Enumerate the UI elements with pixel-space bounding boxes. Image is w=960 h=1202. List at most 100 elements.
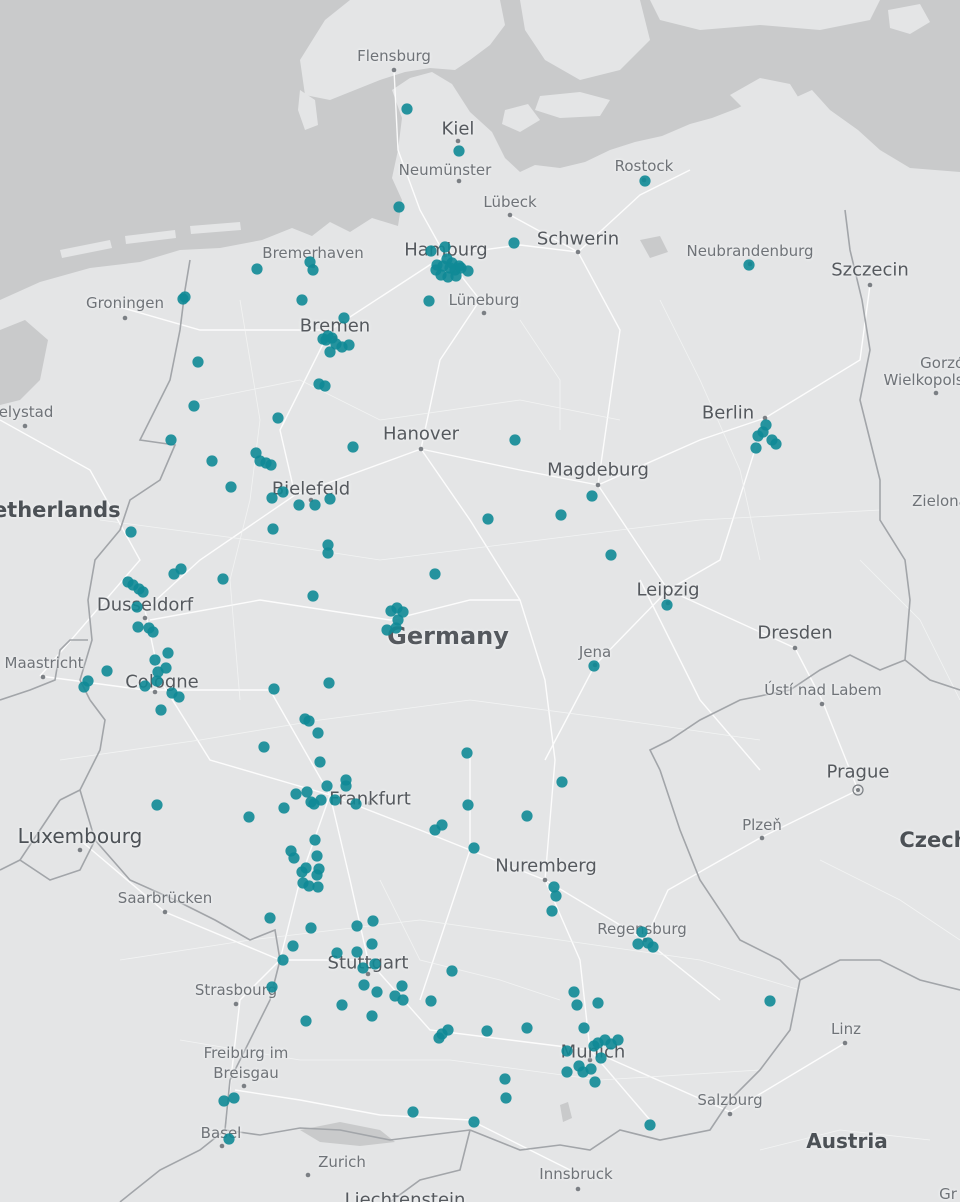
location-marker[interactable] <box>309 499 321 511</box>
location-marker[interactable] <box>228 1092 240 1104</box>
location-marker[interactable] <box>266 981 278 993</box>
location-marker[interactable] <box>588 660 600 672</box>
location-marker[interactable] <box>277 486 289 498</box>
location-marker[interactable] <box>131 601 143 613</box>
map-canvas[interactable]: Flensburg Kiel Neumünster Rostock Lübeck… <box>0 0 960 1202</box>
location-marker[interactable] <box>371 986 383 998</box>
location-marker[interactable] <box>499 1073 511 1085</box>
location-marker[interactable] <box>425 995 437 1007</box>
location-marker[interactable] <box>357 962 369 974</box>
location-marker[interactable] <box>272 412 284 424</box>
location-marker[interactable] <box>508 237 520 249</box>
location-marker[interactable] <box>101 665 113 677</box>
location-marker[interactable] <box>407 1106 419 1118</box>
location-marker[interactable] <box>571 999 583 1011</box>
location-marker[interactable] <box>366 1010 378 1022</box>
location-marker[interactable] <box>482 513 494 525</box>
location-marker[interactable] <box>266 492 278 504</box>
location-marker[interactable] <box>521 1022 533 1034</box>
location-marker[interactable] <box>175 563 187 575</box>
location-marker[interactable] <box>367 915 379 927</box>
location-marker[interactable] <box>331 947 343 959</box>
location-marker[interactable] <box>301 786 313 798</box>
location-marker[interactable] <box>351 920 363 932</box>
location-marker[interactable] <box>338 312 350 324</box>
location-marker[interactable] <box>314 756 326 768</box>
location-marker[interactable] <box>347 441 359 453</box>
location-marker[interactable] <box>287 940 299 952</box>
location-marker[interactable] <box>312 881 324 893</box>
location-marker[interactable] <box>155 704 167 716</box>
location-marker[interactable] <box>425 245 437 257</box>
location-marker[interactable] <box>632 938 644 950</box>
location-marker[interactable] <box>612 1034 624 1046</box>
location-marker[interactable] <box>290 788 302 800</box>
location-marker[interactable] <box>315 794 327 806</box>
location-marker[interactable] <box>589 1076 601 1088</box>
location-marker[interactable] <box>390 622 402 634</box>
location-marker[interactable] <box>561 1045 573 1057</box>
location-marker[interactable] <box>568 986 580 998</box>
location-marker[interactable] <box>605 549 617 561</box>
location-marker[interactable] <box>147 626 159 638</box>
location-marker[interactable] <box>268 683 280 695</box>
location-marker[interactable] <box>351 946 363 958</box>
location-marker[interactable] <box>577 1066 589 1078</box>
location-marker[interactable] <box>293 499 305 511</box>
location-marker[interactable] <box>401 103 413 115</box>
location-marker[interactable] <box>556 776 568 788</box>
location-marker[interactable] <box>462 799 474 811</box>
location-marker[interactable] <box>521 810 533 822</box>
location-marker[interactable] <box>312 727 324 739</box>
location-marker[interactable] <box>750 442 762 454</box>
location-marker[interactable] <box>423 295 435 307</box>
location-marker[interactable] <box>132 621 144 633</box>
location-marker[interactable] <box>358 979 370 991</box>
location-marker[interactable] <box>311 850 323 862</box>
location-marker[interactable] <box>770 438 782 450</box>
location-marker[interactable] <box>264 912 276 924</box>
location-marker[interactable] <box>546 905 558 917</box>
location-marker[interactable] <box>343 339 355 351</box>
location-marker[interactable] <box>173 691 185 703</box>
location-marker[interactable] <box>323 677 335 689</box>
location-marker[interactable] <box>661 599 673 611</box>
location-marker[interactable] <box>277 954 289 966</box>
location-marker[interactable] <box>453 145 465 157</box>
location-marker[interactable] <box>350 798 362 810</box>
location-marker[interactable] <box>586 490 598 502</box>
location-marker[interactable] <box>305 922 317 934</box>
location-marker[interactable] <box>311 869 323 881</box>
location-marker[interactable] <box>439 241 451 253</box>
location-marker[interactable] <box>137 586 149 598</box>
location-marker[interactable] <box>647 941 659 953</box>
location-marker[interactable] <box>139 680 151 692</box>
location-marker[interactable] <box>461 747 473 759</box>
location-marker[interactable] <box>223 1133 235 1145</box>
location-marker[interactable] <box>509 434 521 446</box>
location-marker[interactable] <box>265 459 277 471</box>
location-marker[interactable] <box>366 938 378 950</box>
location-marker[interactable] <box>329 794 341 806</box>
location-marker[interactable] <box>303 715 315 727</box>
location-marker[interactable] <box>296 294 308 306</box>
location-marker[interactable] <box>555 509 567 521</box>
location-marker[interactable] <box>397 994 409 1006</box>
location-marker[interactable] <box>188 400 200 412</box>
location-marker[interactable] <box>752 430 764 442</box>
location-marker[interactable] <box>393 201 405 213</box>
location-marker[interactable] <box>321 780 333 792</box>
location-marker[interactable] <box>307 264 319 276</box>
location-marker[interactable] <box>644 1119 656 1131</box>
location-marker[interactable] <box>639 175 651 187</box>
location-marker[interactable] <box>307 590 319 602</box>
location-marker[interactable] <box>396 980 408 992</box>
location-marker[interactable] <box>151 799 163 811</box>
location-marker[interactable] <box>500 1092 512 1104</box>
location-marker[interactable] <box>444 262 456 274</box>
location-marker[interactable] <box>636 926 648 938</box>
location-marker[interactable] <box>468 1116 480 1128</box>
location-marker[interactable] <box>324 493 336 505</box>
location-marker[interactable] <box>369 958 381 970</box>
location-marker[interactable] <box>288 852 300 864</box>
